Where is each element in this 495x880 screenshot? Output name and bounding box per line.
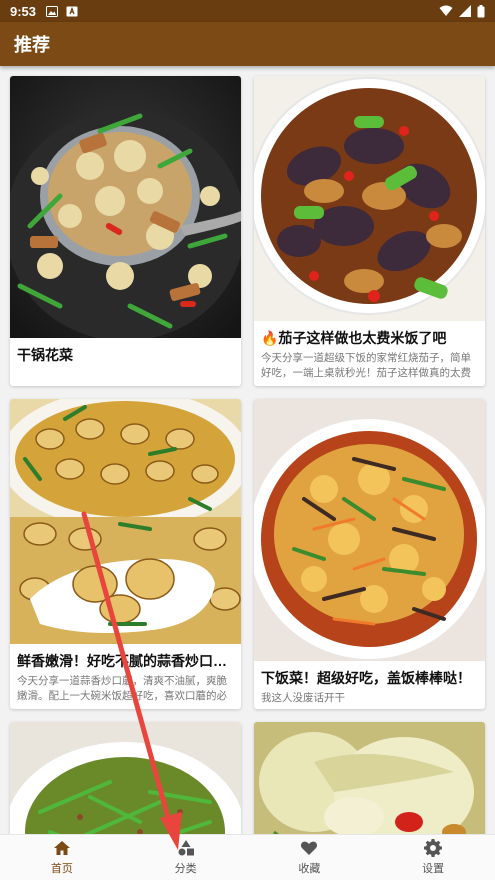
battery-icon: [477, 4, 485, 17]
nav-home[interactable]: 首页: [0, 835, 124, 880]
recipe-card-greens[interactable]: [10, 722, 241, 834]
nav-label: 设置: [422, 863, 445, 875]
nav-settings[interactable]: 设置: [371, 835, 495, 880]
recipe-card-cauliflower[interactable]: 干锅花菜: [10, 76, 241, 386]
status-bar: 9:53: [0, 0, 495, 22]
recipe-image: [10, 722, 241, 834]
page-title: 推荐: [14, 35, 50, 55]
recipe-feed[interactable]: 干锅花菜 🔥茄子这样做也太费米饭了吧 今天分享一道超级下饭的家常红烧茄子，简单好…: [0, 66, 495, 834]
nav-label: 分类: [174, 863, 197, 875]
image-notification-icon: [46, 5, 59, 17]
signal-icon: [459, 5, 471, 17]
nav-category[interactable]: 分类: [124, 835, 248, 880]
status-time: 9:53: [10, 3, 37, 19]
recipe-image: [10, 399, 241, 644]
app-bar: 推荐: [0, 22, 495, 66]
gear-icon: [424, 839, 443, 857]
heart-icon: [301, 841, 318, 855]
recipe-image: [254, 722, 485, 834]
recipe-image: [10, 76, 241, 338]
recipe-description: 今天分享一道蒜香炒口蘑，清爽不油腻，爽脆嫩滑。配上一大碗米饭超好吃，喜欢口蘑的必…: [17, 675, 227, 702]
app-notification-icon: [66, 6, 78, 16]
nav-label: 首页: [50, 863, 73, 875]
recipe-card-cabbage[interactable]: [254, 722, 485, 834]
recipe-title: 干锅花菜: [17, 347, 73, 363]
recipe-title: 下饭菜！超级好吃，盖饭棒棒哒！: [261, 670, 471, 686]
recipe-description: 今天分享一道超级下饭的家常红烧茄子，简单好吃，一端上桌就秒光！茄子这样做真的太费…: [261, 352, 471, 379]
recipe-image: [254, 399, 485, 661]
nav-favorites[interactable]: 收藏: [248, 835, 372, 880]
recipe-card-eggplant[interactable]: 🔥茄子这样做也太费米饭了吧 今天分享一道超级下饭的家常红烧茄子，简单好吃，一端上…: [254, 76, 485, 386]
bottom-navigation: 首页 分类 收藏 设置: [0, 834, 495, 880]
recipe-card-mushroom[interactable]: 鲜香嫩滑！好吃不腻的蒜香炒口蘑！ 今天分享一道蒜香炒口蘑，清爽不油腻，爽脆嫩滑。…: [10, 399, 241, 709]
recipe-title: 🔥茄子这样做也太费米饭了吧: [261, 330, 447, 346]
wifi-icon: [439, 5, 453, 16]
category-icon: [178, 840, 194, 856]
recipe-description: 我这人没废话开干: [261, 692, 345, 704]
nav-label: 收藏: [298, 863, 321, 875]
home-icon: [53, 841, 70, 855]
recipe-card-stir-fry[interactable]: 下饭菜！超级好吃，盖饭棒棒哒！ 我这人没废话开干: [254, 399, 485, 709]
recipe-title: 鲜香嫩滑！好吃不腻的蒜香炒口蘑！: [17, 653, 241, 669]
recipe-image: [254, 76, 485, 321]
